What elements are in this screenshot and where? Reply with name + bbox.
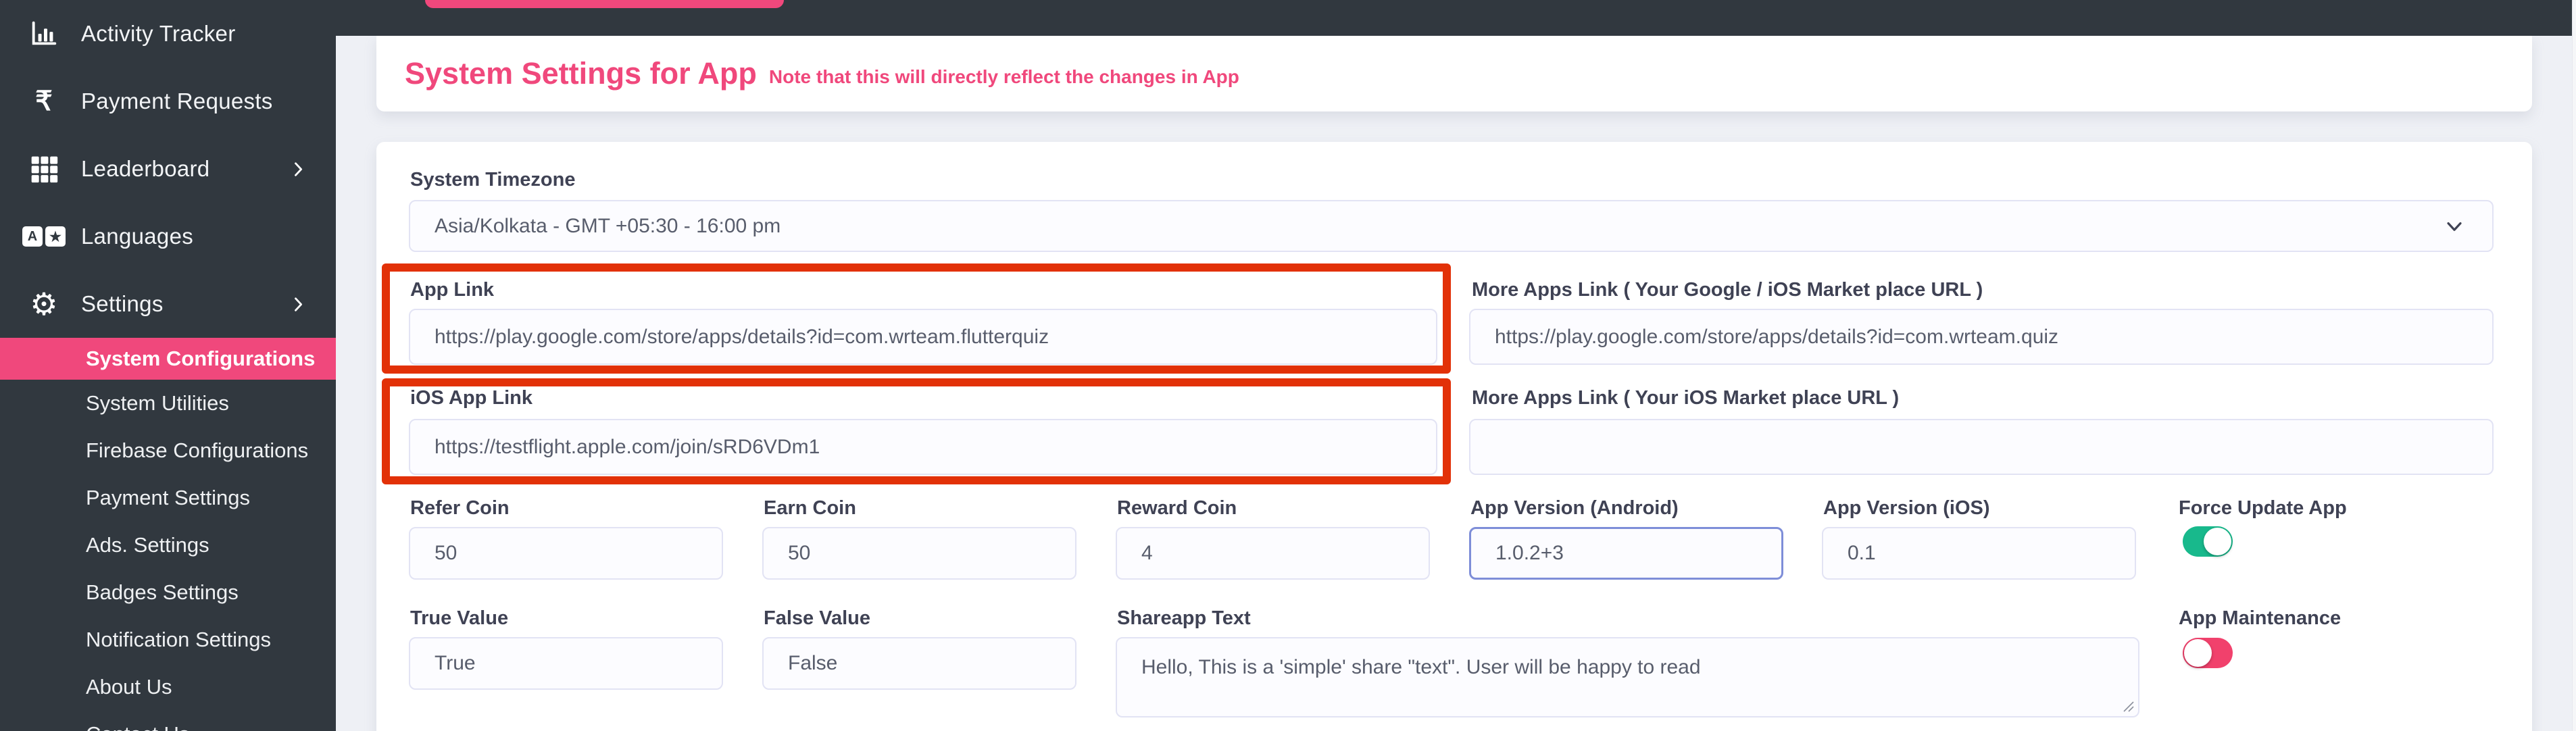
- sidebar-item-label: Activity Tracker: [81, 21, 236, 46]
- ios-app-link-label: iOS App Link: [410, 387, 532, 409]
- submenu-item-system-utilities[interactable]: System Utilities: [0, 380, 336, 427]
- settings-submenu: System Configurations System Utilities F…: [0, 338, 336, 731]
- system-timezone-label: System Timezone: [410, 169, 576, 191]
- sidebar-item-leaderboard[interactable]: Leaderboard: [0, 135, 336, 203]
- top-bar: [336, 0, 2572, 36]
- rupee-icon: ₹: [35, 86, 53, 116]
- earn-coin-input-wrap: [762, 527, 1076, 580]
- more-apps-link-google-input-wrap: [1469, 309, 2494, 365]
- toggle-knob: [2204, 528, 2231, 555]
- false-value-input-wrap: [762, 637, 1076, 690]
- submenu-item-about-us[interactable]: About Us: [0, 663, 336, 711]
- app-version-android-label: App Version (Android): [1470, 497, 1679, 519]
- bar-chart-icon: [27, 17, 61, 51]
- submenu-item-badges-settings[interactable]: Badges Settings: [0, 569, 336, 616]
- app-link-input[interactable]: [435, 325, 1436, 349]
- sidebar-item-label: Payment Requests: [81, 89, 273, 114]
- reward-coin-label: Reward Coin: [1117, 497, 1237, 519]
- app-maintenance-toggle[interactable]: [2183, 638, 2233, 668]
- submenu-item-ads-settings[interactable]: Ads. Settings: [0, 522, 336, 569]
- force-update-app-label: Force Update App: [2179, 497, 2347, 519]
- app-version-ios-input-wrap: [1822, 527, 2136, 580]
- sidebar-item-settings[interactable]: ⚙ Settings: [0, 270, 336, 338]
- toggle-knob: [2184, 639, 2212, 667]
- chevron-down-icon: [2442, 214, 2467, 238]
- more-apps-link-ios-label: More Apps Link ( Your iOS Market place U…: [1472, 387, 1900, 409]
- force-update-app-toggle[interactable]: [2183, 526, 2233, 557]
- ios-app-link-input-wrap: [409, 419, 1437, 475]
- more-apps-link-ios-input[interactable]: [1495, 435, 2492, 459]
- submenu-item-notification-settings[interactable]: Notification Settings: [0, 616, 336, 663]
- reward-coin-input-wrap: [1116, 527, 1430, 580]
- title-card: System Settings for App Note that this w…: [376, 36, 2532, 111]
- false-value-input[interactable]: [788, 652, 1075, 675]
- sidebar: Activity Tracker ₹ Payment Requests Lead…: [0, 0, 336, 731]
- submenu-item-system-configurations[interactable]: System Configurations: [0, 338, 336, 380]
- app-link-label: App Link: [410, 279, 495, 301]
- resize-grip-icon[interactable]: [2121, 699, 2135, 713]
- sidebar-item-label: Languages: [81, 224, 194, 249]
- true-value-label: True Value: [410, 607, 509, 629]
- sidebar-item-label: Settings: [81, 291, 164, 316]
- refer-coin-input-wrap: [409, 527, 723, 580]
- submenu-item-payment-settings[interactable]: Payment Settings: [0, 474, 336, 522]
- gear-icon: ⚙: [30, 286, 58, 322]
- system-timezone-select[interactable]: Asia/Kolkata - GMT +05:30 - 16:00 pm: [409, 200, 2494, 252]
- sidebar-item-activity-tracker[interactable]: Activity Tracker: [0, 0, 336, 68]
- more-apps-link-google-label: More Apps Link ( Your Google / iOS Marke…: [1472, 279, 1983, 301]
- page-subtitle: Note that this will directly reflect the…: [768, 66, 1239, 87]
- shareapp-textarea-wrap: Hello, This is a 'simple' share "text". …: [1116, 637, 2139, 717]
- chevron-right-icon: [289, 295, 307, 313]
- earn-coin-input[interactable]: [788, 542, 1075, 565]
- grid-icon: [27, 152, 61, 186]
- app-version-ios-label: App Version (iOS): [1823, 497, 1990, 519]
- scrollbar-track[interactable]: [2572, 0, 2576, 731]
- false-value-label: False Value: [764, 607, 870, 629]
- app-version-android-input[interactable]: [1495, 542, 1781, 565]
- app-maintenance-label: App Maintenance: [2179, 607, 2342, 629]
- shareapp-textarea[interactable]: Hello, This is a 'simple' share "text". …: [1141, 656, 1701, 679]
- submenu-item-firebase-configurations[interactable]: Firebase Configurations: [0, 427, 336, 474]
- refer-coin-label: Refer Coin: [410, 497, 510, 519]
- sidebar-item-payment-requests[interactable]: ₹ Payment Requests: [0, 68, 336, 135]
- more-apps-link-ios-input-wrap: [1469, 419, 2494, 475]
- earn-coin-label: Earn Coin: [764, 497, 856, 519]
- more-apps-link-google-input[interactable]: [1495, 325, 2492, 349]
- translate-icon: A ★: [22, 220, 66, 253]
- refer-coin-input[interactable]: [435, 542, 722, 565]
- page-title: System Settings for App: [405, 56, 757, 91]
- sidebar-item-label: Leaderboard: [81, 156, 210, 181]
- ios-app-link-input[interactable]: [435, 435, 1436, 459]
- clipped-pink-button[interactable]: [425, 0, 784, 8]
- app-link-input-wrap: [409, 309, 1437, 365]
- true-value-input[interactable]: [435, 652, 722, 675]
- submenu-item-contact-us[interactable]: Contact Us: [0, 711, 336, 731]
- chevron-right-icon: [289, 159, 307, 178]
- shareapp-text-label: Shareapp Text: [1117, 607, 1251, 629]
- reward-coin-input[interactable]: [1141, 542, 1429, 565]
- app-version-ios-input[interactable]: [1848, 542, 2135, 565]
- sidebar-item-languages[interactable]: A ★ Languages: [0, 203, 336, 270]
- app-version-android-input-wrap: [1469, 527, 1783, 580]
- system-timezone-value: Asia/Kolkata - GMT +05:30 - 16:00 pm: [435, 214, 781, 237]
- true-value-input-wrap: [409, 637, 723, 690]
